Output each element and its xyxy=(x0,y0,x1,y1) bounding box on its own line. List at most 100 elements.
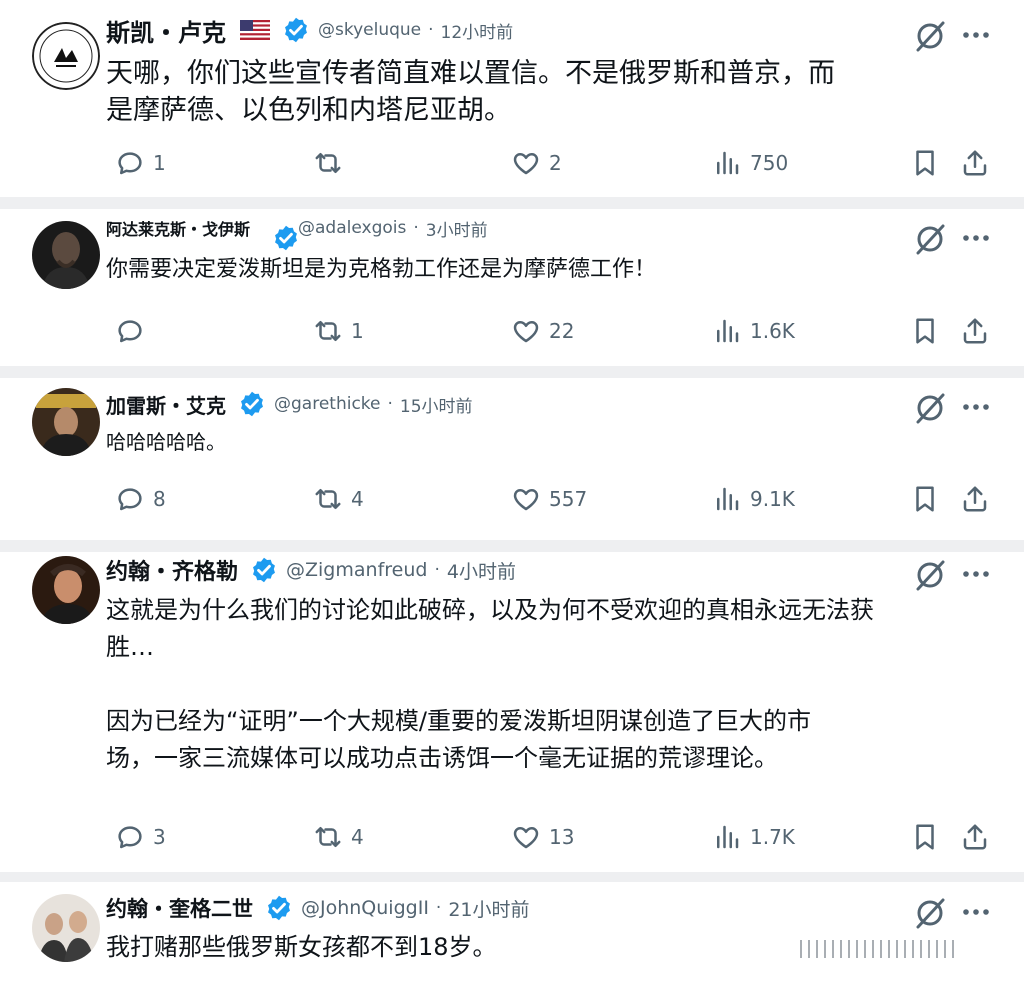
retweet-count: 1 xyxy=(351,319,364,343)
like-count: 557 xyxy=(549,487,588,511)
tweet[interactable]: 约翰・奎格二世 @JohnQuiggII · 21小时前 我打赌那些俄罗斯女孩都… xyxy=(0,882,1024,984)
timestamp[interactable]: 15小时前 xyxy=(400,392,473,417)
more-icon[interactable] xyxy=(960,902,992,922)
timestamp[interactable]: 12小时前 xyxy=(441,18,514,43)
more-icon[interactable] xyxy=(960,564,992,584)
tweet[interactable]: 加雷斯・艾克 @garethicke · 15小时前 哈哈哈哈哈。 8 4 55… xyxy=(0,378,1024,540)
retweet-icon xyxy=(313,316,343,346)
heart-icon xyxy=(511,484,541,514)
more-icon[interactable] xyxy=(960,397,992,417)
post-divider xyxy=(0,872,1024,882)
more-icon[interactable] xyxy=(960,228,992,248)
like-button[interactable]: 13 xyxy=(511,817,574,857)
avatar-image xyxy=(32,894,100,962)
heart-icon xyxy=(511,148,541,178)
like-button[interactable]: 22 xyxy=(511,311,574,351)
like-count: 13 xyxy=(549,825,575,849)
bookmark-button[interactable] xyxy=(910,479,940,519)
action-bar: 8 4 557 9.1K xyxy=(0,479,1024,519)
reply-count: 3 xyxy=(153,825,166,849)
timestamp[interactable]: 21小时前 xyxy=(448,895,529,922)
author-name[interactable]: 斯凯・卢克 xyxy=(106,13,226,48)
bookmark-button[interactable] xyxy=(910,817,940,857)
grok-icon[interactable] xyxy=(913,222,947,256)
grok-icon[interactable] xyxy=(913,558,947,592)
share-button[interactable] xyxy=(960,817,990,857)
verified-badge-icon xyxy=(250,556,278,584)
tweet-text: 这就是为什么我们的讨论如此破碎，以及为何不受欢迎的真相永远无法获 胜… 因为已经… xyxy=(106,592,986,777)
separator-dot: · xyxy=(434,560,440,580)
reply-button[interactable]: 1 xyxy=(115,143,166,183)
tweet-text-line: 天哪，你们这些宣传者简直难以置信。不是俄罗斯和普京，而 xyxy=(106,58,835,89)
separator-dot: · xyxy=(435,898,442,918)
retweet-button[interactable]: 1 xyxy=(313,311,364,351)
author-name[interactable]: 约翰・奎格二世 xyxy=(106,893,253,923)
views-button[interactable]: 1.7K xyxy=(712,817,795,857)
watermark xyxy=(800,936,956,962)
grok-icon[interactable] xyxy=(913,19,947,53)
like-button[interactable]: 2 xyxy=(511,143,562,183)
retweet-count: 4 xyxy=(351,487,364,511)
timestamp[interactable]: 4小时前 xyxy=(447,557,516,584)
share-icon xyxy=(960,148,990,178)
reply-icon xyxy=(115,148,145,178)
avatar-image xyxy=(32,221,100,289)
tweet-text-line: 是摩萨德、以色列和内塔尼亚胡。 xyxy=(106,95,511,126)
verified-badge-icon xyxy=(238,390,266,418)
grok-icon[interactable] xyxy=(913,391,947,425)
post-divider xyxy=(0,540,1024,552)
retweet-icon xyxy=(313,822,343,852)
retweet-button[interactable]: 4 xyxy=(313,479,364,519)
share-button[interactable] xyxy=(960,311,990,351)
views-icon xyxy=(712,316,742,346)
views-icon xyxy=(712,484,742,514)
more-icon[interactable] xyxy=(960,25,992,45)
post-divider xyxy=(0,366,1024,378)
tweet[interactable]: 阿达莱克斯・戈伊斯 @adalexgois · 3小时前 你需要决定爱泼斯坦是为… xyxy=(0,209,1024,366)
author-name[interactable]: 阿达莱克斯・戈伊斯 xyxy=(106,216,250,240)
reply-count: 1 xyxy=(153,151,166,175)
like-button[interactable]: 557 xyxy=(511,479,587,519)
bookmark-icon xyxy=(910,316,940,346)
retweet-button[interactable] xyxy=(313,143,351,183)
tweet[interactable]: 约翰・齐格勒 @Zigmanfreud · 4小时前 这就是为什么我们的讨论如此… xyxy=(0,552,1024,872)
share-button[interactable] xyxy=(960,479,990,519)
bookmark-icon xyxy=(910,484,940,514)
tweet-text-line: 你需要决定爱泼斯坦是为克格勃工作还是为摩萨德工作！ xyxy=(106,257,657,282)
author-name[interactable]: 约翰・齐格勒 xyxy=(106,554,238,586)
author-handle[interactable]: @Zigmanfreud xyxy=(286,559,427,581)
views-button[interactable]: 750 xyxy=(712,143,788,183)
share-button[interactable] xyxy=(960,143,990,183)
views-button[interactable]: 9.1K xyxy=(712,479,795,519)
reply-button[interactable]: 8 xyxy=(115,479,166,519)
avatar[interactable] xyxy=(32,556,100,624)
us-flag-icon xyxy=(240,20,270,40)
reply-button[interactable] xyxy=(115,311,153,351)
author-handle[interactable]: @JohnQuiggII xyxy=(301,897,429,919)
bookmark-button[interactable] xyxy=(910,143,940,183)
verified-badge-icon xyxy=(282,16,310,44)
post-divider xyxy=(0,197,1024,209)
avatar[interactable] xyxy=(32,388,100,456)
timestamp[interactable]: 3小时前 xyxy=(426,216,488,241)
verified-badge-icon xyxy=(265,894,293,922)
avatar[interactable] xyxy=(32,894,100,962)
action-bar: 3 4 13 1.7K xyxy=(0,817,1024,857)
like-count: 2 xyxy=(549,151,562,175)
author-handle[interactable]: @garethicke xyxy=(274,394,381,414)
like-count: 22 xyxy=(549,319,575,343)
views-button[interactable]: 1.6K xyxy=(712,311,795,351)
grok-icon[interactable] xyxy=(913,896,947,930)
watermark-barcode xyxy=(800,940,956,958)
avatar[interactable] xyxy=(32,221,100,289)
retweet-button[interactable]: 4 xyxy=(313,817,364,857)
author-name[interactable]: 加雷斯・艾克 xyxy=(106,390,226,419)
avatar-image xyxy=(32,556,100,624)
bookmark-button[interactable] xyxy=(910,311,940,351)
author-handle[interactable]: @adalexgois xyxy=(298,218,406,238)
author-handle[interactable]: @skyeluque xyxy=(318,20,421,40)
tweet[interactable]: 斯凯・卢克 @skyeluque · 12小时前 天哪，你们这些宣传者简直难以置… xyxy=(0,0,1024,197)
view-count: 750 xyxy=(750,151,789,175)
reply-button[interactable]: 3 xyxy=(115,817,166,857)
avatar[interactable] xyxy=(32,22,100,90)
